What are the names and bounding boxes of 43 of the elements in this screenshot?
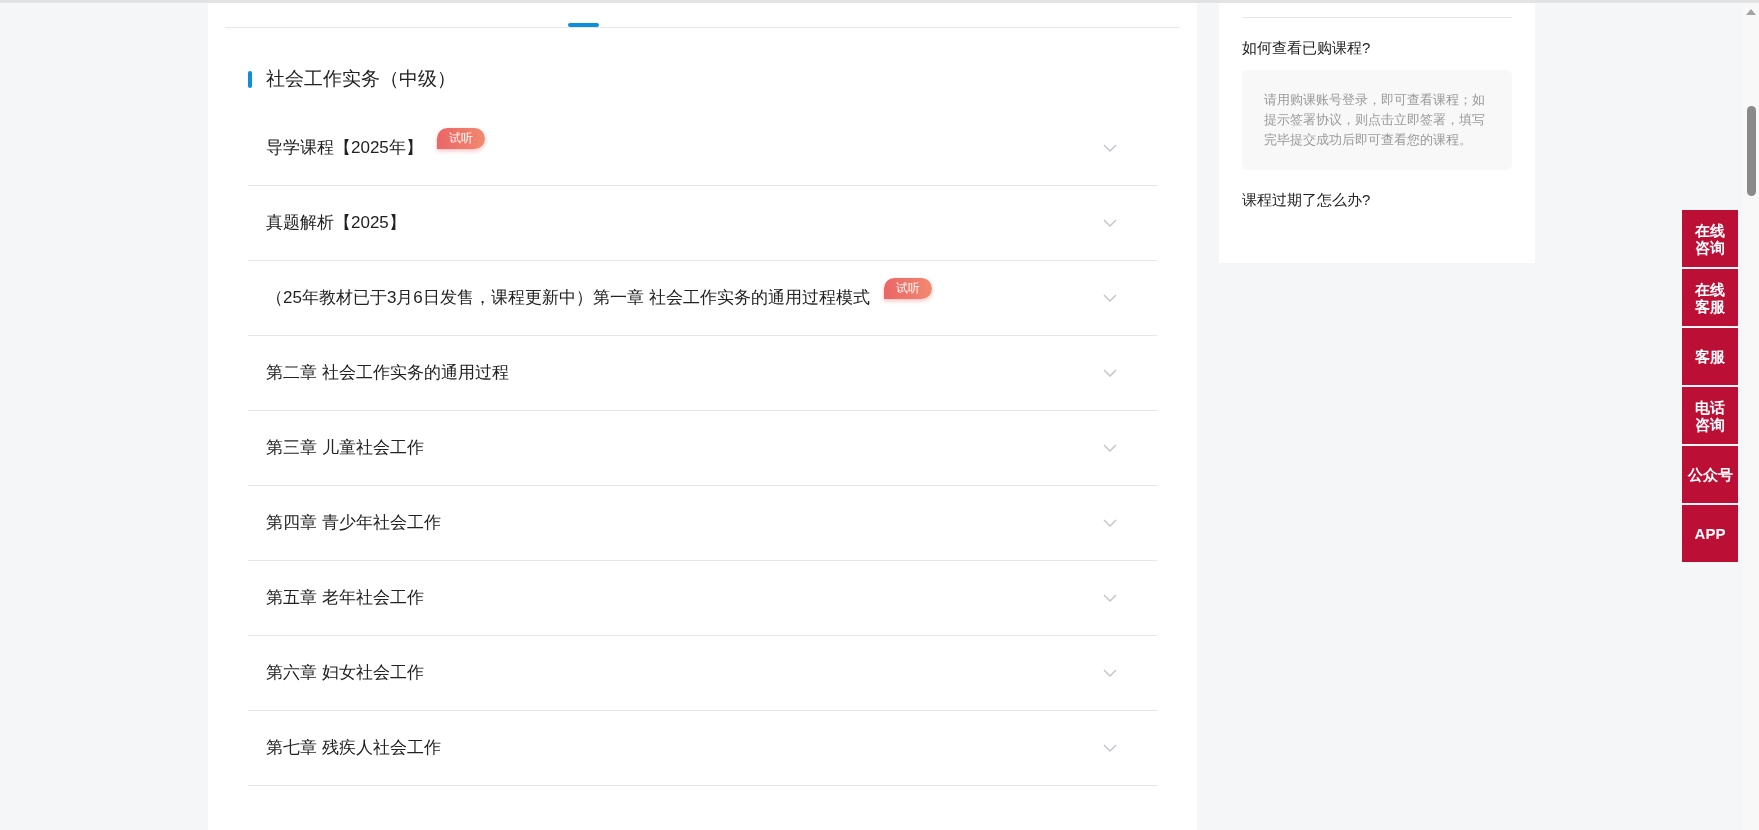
chapter-row[interactable]: 第四章 青少年社会工作 <box>248 485 1157 561</box>
chapter-row[interactable]: 真题解析【2025】 <box>248 185 1157 261</box>
chevron-down-icon <box>1103 143 1117 152</box>
side-contact-button[interactable]: 电话 咨询 <box>1682 387 1738 444</box>
chevron-down-icon <box>1103 668 1117 677</box>
chapter-title: 第七章 残疾人社会工作 <box>266 736 441 759</box>
tab-indicator <box>568 23 599 27</box>
chapter-row[interactable]: 第二章 社会工作实务的通用过程 <box>248 335 1157 411</box>
faq-question[interactable]: 课程过期了怎么办? <box>1242 190 1512 210</box>
trial-badge: 试听 <box>883 278 932 299</box>
chevron-down-icon <box>1103 443 1117 452</box>
trial-badge: 试听 <box>436 128 485 149</box>
chevron-down-icon <box>1103 593 1117 602</box>
section-title: 社会工作实务（中级） <box>266 67 456 91</box>
chapter-title: 第四章 青少年社会工作 <box>266 511 441 534</box>
chapter-title: 真题解析【2025】 <box>266 211 406 234</box>
faq-answer: 请用购课账号登录，即可查看课程；如提示签署协议，则点击立即签署，填写完毕提交成功后即可查看您的课程。 <box>1242 70 1512 170</box>
chapter-title: 第六章 妇女社会工作 <box>266 661 424 684</box>
scroll-up-icon[interactable] <box>1746 9 1756 15</box>
chapter-row[interactable]: 第五章 老年社会工作 <box>248 560 1157 636</box>
chapter-row[interactable]: 第六章 妇女社会工作 <box>248 635 1157 711</box>
chapter-row[interactable]: 第三章 儿童社会工作 <box>248 410 1157 486</box>
chapter-row[interactable]: 第七章 残疾人社会工作 <box>248 710 1157 786</box>
side-contact-button[interactable]: APP <box>1682 505 1738 562</box>
chevron-down-icon <box>1103 518 1117 527</box>
chevron-down-icon <box>1103 368 1117 377</box>
chapter-row[interactable]: （25年教材已于3月6日发售，课程更新中）第一章 社会工作实务的通用过程模式 试听 <box>248 260 1157 336</box>
scrollbar-thumb[interactable] <box>1747 106 1756 196</box>
chapter-title: 第二章 社会工作实务的通用过程 <box>266 361 509 384</box>
side-contact-button[interactable]: 在线 客服 <box>1682 269 1738 326</box>
chapter-title: 第五章 老年社会工作 <box>266 586 424 609</box>
section-marker <box>248 70 252 88</box>
chapter-title: 第三章 儿童社会工作 <box>266 436 424 459</box>
chapter-title: （25年教材已于3月6日发售，课程更新中）第一章 社会工作实务的通用过程模式 <box>266 286 870 309</box>
side-contact-button[interactable]: 客服 <box>1682 328 1738 385</box>
chevron-down-icon <box>1103 218 1117 227</box>
chevron-down-icon <box>1103 293 1117 302</box>
chapter-row[interactable]: 导学课程【2025年】 试听 <box>248 110 1157 186</box>
faq-question[interactable]: 如何查看已购课程? <box>1242 38 1512 58</box>
side-contact-button[interactable]: 公众号 <box>1682 446 1738 503</box>
chapter-title: 导学课程【2025年】 <box>266 136 423 159</box>
side-contact-button[interactable]: 在线 咨询 <box>1682 210 1738 267</box>
chevron-down-icon <box>1103 743 1117 752</box>
